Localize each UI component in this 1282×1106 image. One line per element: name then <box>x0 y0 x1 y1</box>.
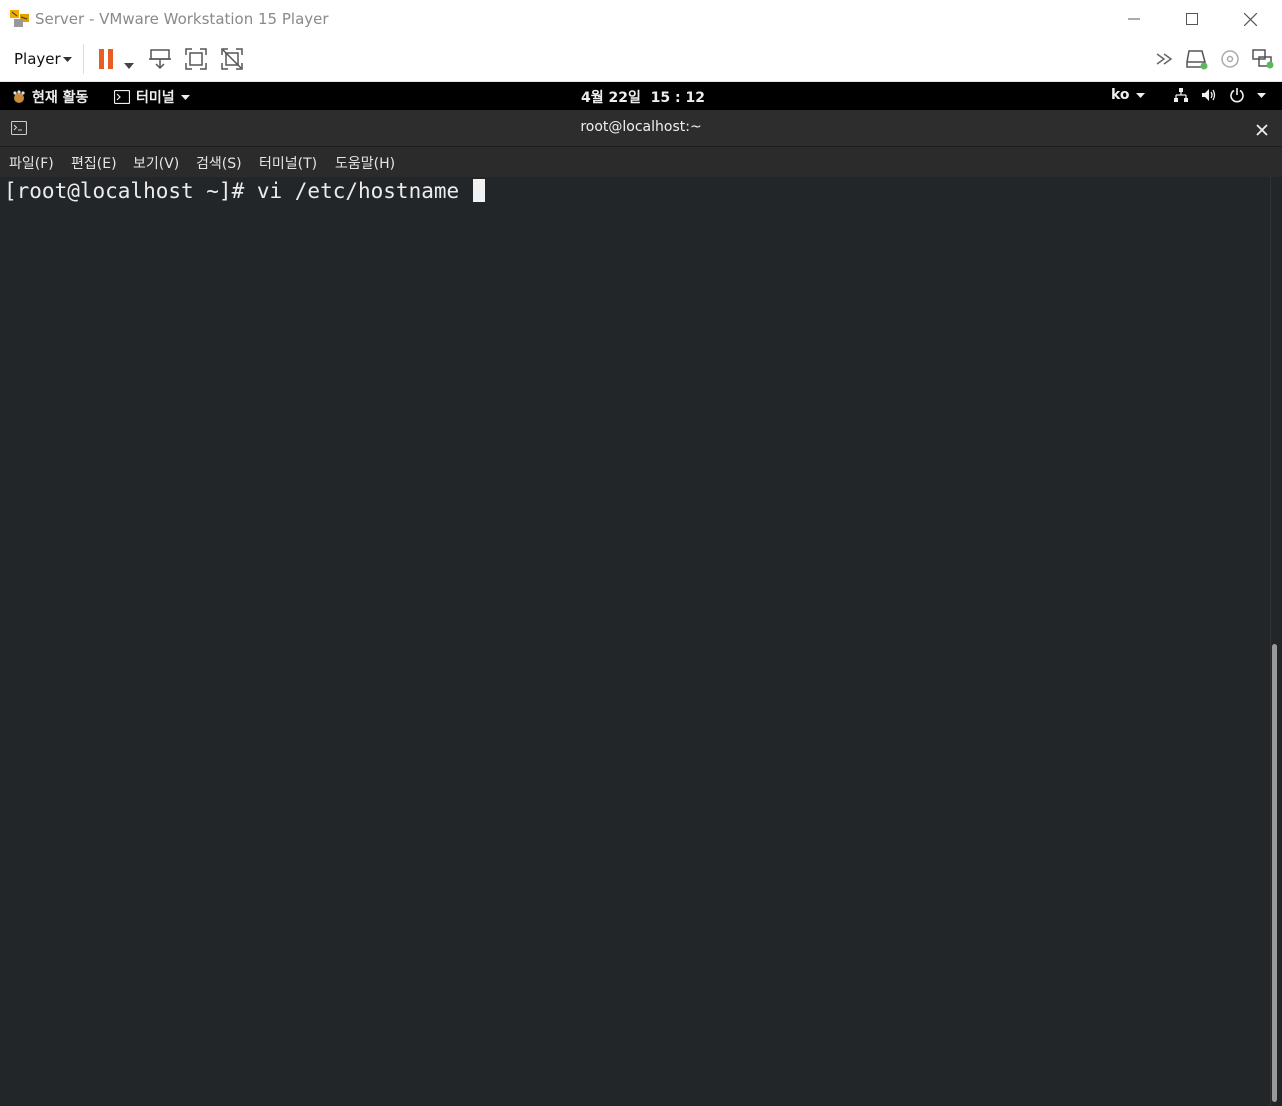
fullscreen-button[interactable] <box>183 46 209 72</box>
pause-button[interactable] <box>93 46 119 72</box>
hard-disk-button[interactable] <box>1184 46 1210 72</box>
input-method-label: ko <box>1111 87 1130 103</box>
close-button[interactable] <box>1221 0 1279 38</box>
activities-button[interactable]: 현재 활동 <box>12 87 88 107</box>
chevron-down-icon <box>180 94 190 100</box>
unity-button[interactable] <box>219 46 245 72</box>
close-icon <box>1243 12 1257 26</box>
network-adapter-button[interactable] <box>1250 46 1276 72</box>
toolbar-divider <box>83 44 84 74</box>
volume-icon <box>1202 89 1216 101</box>
unity-icon <box>221 48 243 70</box>
terminal-title: root@localhost:~ <box>580 119 702 135</box>
terminal-output[interactable]: [root@localhost ~]# vi /etc/hostname <box>0 177 1270 1106</box>
command-line: [root@localhost ~]# vi /etc/hostname <box>4 179 485 203</box>
system-tray-button[interactable] <box>1173 87 1266 103</box>
menu-file[interactable]: 파일(F) <box>9 153 54 173</box>
terminal-app-icon <box>114 90 130 104</box>
pause-dropdown-button[interactable] <box>124 54 134 73</box>
maximize-icon <box>1186 13 1198 25</box>
power-icon <box>1230 88 1244 103</box>
send-ctrl-alt-del-icon <box>149 49 171 70</box>
minimize-icon <box>1128 18 1140 20</box>
cd-dvd-icon <box>1221 50 1239 68</box>
more-devices-icon <box>1156 53 1173 65</box>
menu-search[interactable]: 검색(S) <box>196 153 242 173</box>
fullscreen-icon <box>185 48 207 70</box>
terminal-close-button[interactable] <box>1256 121 1268 140</box>
chevron-down-icon <box>1257 92 1266 98</box>
gnome-foot-icon <box>13 90 25 103</box>
menu-terminal[interactable]: 터미널(T) <box>259 153 317 173</box>
close-icon <box>1256 124 1268 136</box>
app-menu-button[interactable]: 터미널 <box>114 87 190 107</box>
terminal-menubar: 파일(F) 편집(E) 보기(V) 검색(S) 터미널(T) 도움말(H) <box>0 147 1282 177</box>
prompt-text: [root@localhost ~]# vi /etc/hostname <box>4 179 472 203</box>
clock-button[interactable]: 4월 22일 15 : 12 <box>560 87 726 107</box>
more-devices-button[interactable] <box>1154 46 1180 72</box>
cd-dvd-button[interactable] <box>1217 46 1243 72</box>
chevron-down-icon <box>1135 92 1145 98</box>
input-method-button[interactable]: ko <box>1111 87 1145 103</box>
hard-disk-icon <box>1186 50 1208 70</box>
window-titlebar: Server - VMware Workstation 15 Player <box>0 0 1282 38</box>
vmware-logo-icon <box>9 9 31 29</box>
minimize-button[interactable] <box>1105 0 1163 38</box>
player-menu-label: Player <box>14 50 61 68</box>
clock-label: 4월 22일 15 : 12 <box>581 90 705 106</box>
menu-edit[interactable]: 편집(E) <box>71 153 117 173</box>
network-icon <box>1174 88 1188 102</box>
menu-view[interactable]: 보기(V) <box>133 153 179 173</box>
send-ctrl-alt-del-button[interactable] <box>147 46 173 72</box>
gnome-top-bar: 현재 활동 터미널 4월 22일 15 : 12 ko <box>0 82 1282 110</box>
maximize-button[interactable] <box>1163 0 1221 38</box>
text-cursor <box>472 179 485 202</box>
player-toolbar: Player <box>0 38 1282 82</box>
pause-icon <box>99 49 113 69</box>
app-menu-label: 터미널 <box>136 90 175 106</box>
chevron-down-icon <box>63 57 72 62</box>
dropdown-arrow-icon <box>124 63 134 69</box>
menu-help[interactable]: 도움말(H) <box>335 153 395 173</box>
window-title: Server - VMware Workstation 15 Player <box>35 10 329 28</box>
player-menu-button[interactable]: Player <box>8 44 76 74</box>
scrollbar-thumb[interactable] <box>1272 644 1277 1102</box>
activities-label: 현재 활동 <box>32 90 89 106</box>
terminal-headerbar: root@localhost:~ <box>0 110 1282 147</box>
network-adapter-icon <box>1252 49 1274 69</box>
